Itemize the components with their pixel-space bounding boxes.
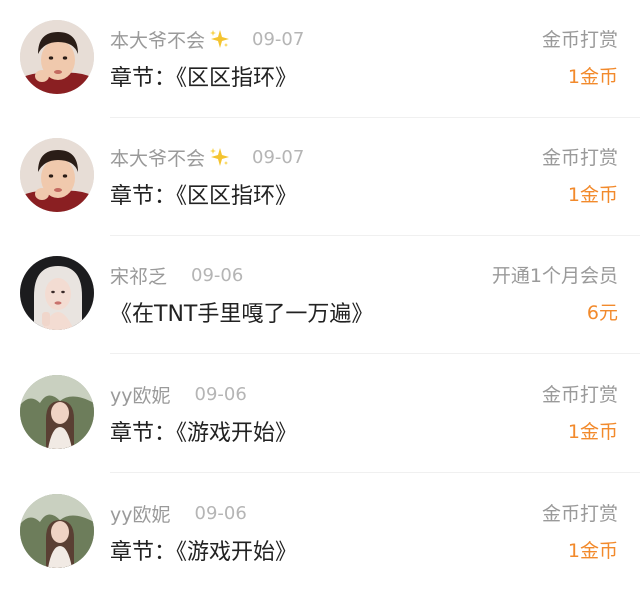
reward-type: 金币打赏: [541, 384, 618, 406]
record-meta: 本大爷不会 09-07: [110, 25, 304, 53]
reward-amount: 1金币: [567, 184, 618, 206]
record-row[interactable]: 宋祁乏 09-06 《在TNT手里嘎了一万遍》 开通1个月会员 6元: [0, 236, 640, 354]
record-date: 09-07: [252, 28, 305, 50]
username[interactable]: 本大爷不会: [110, 26, 205, 53]
username[interactable]: 宋祁乏: [110, 262, 167, 289]
record-row[interactable]: yy欧妮 09-06 章节：《游戏开始》 金币打赏 1金币: [0, 474, 640, 592]
sparkles-icon: [208, 28, 230, 50]
record-content[interactable]: 章节：《区区指环》: [110, 60, 297, 92]
record-date: 09-06: [194, 502, 247, 524]
user-avatar[interactable]: [20, 20, 94, 94]
boy-avatar-icon: [20, 20, 94, 94]
row-divider: [110, 353, 640, 354]
outdoor-girl-avatar-icon: [20, 375, 94, 449]
record-row[interactable]: 本大爷不会 09-07 章节：《区区指环》 金币打赏 1金币: [0, 0, 640, 118]
user-avatar[interactable]: [20, 138, 94, 212]
record-date: 09-07: [252, 146, 305, 168]
reward-type: 金币打赏: [541, 147, 618, 169]
record-content[interactable]: 章节：《游戏开始》: [110, 415, 297, 447]
record-row[interactable]: 本大爷不会 09-07 章节：《区区指环》 金币打赏 1金币: [0, 118, 640, 236]
boy-avatar-icon: [20, 138, 94, 212]
sparkles-icon: [208, 146, 230, 168]
user-avatar[interactable]: [20, 494, 94, 568]
reward-amount: 6元: [586, 302, 618, 324]
record-row[interactable]: yy欧妮 09-06 章节：《游戏开始》 金币打赏 1金币: [0, 355, 640, 473]
record-content[interactable]: 章节：《游戏开始》: [110, 534, 297, 566]
record-meta: yy欧妮 09-06: [110, 380, 247, 408]
username[interactable]: yy欧妮: [110, 500, 171, 527]
reward-amount: 1金币: [567, 66, 618, 88]
reward-type: 金币打赏: [541, 29, 618, 51]
username[interactable]: yy欧妮: [110, 381, 171, 408]
reward-type: 开通1个月会员: [491, 265, 618, 287]
record-date: 09-06: [191, 264, 244, 286]
row-divider: [110, 472, 640, 473]
blonde-girl-avatar-icon: [20, 256, 94, 330]
user-avatar[interactable]: [20, 256, 94, 330]
reward-amount: 1金币: [567, 540, 618, 562]
record-date: 09-06: [194, 383, 247, 405]
reward-amount: 1金币: [567, 421, 618, 443]
record-content[interactable]: 章节：《区区指环》: [110, 178, 297, 210]
record-content[interactable]: 《在TNT手里嘎了一万遍》: [110, 296, 373, 328]
record-meta: 宋祁乏 09-06: [110, 261, 243, 289]
user-avatar[interactable]: [20, 375, 94, 449]
reward-record-list: 本大爷不会 09-07 章节：《区区指环》 金币打赏 1金币 本大爷不会 09-…: [0, 0, 640, 582]
record-meta: yy欧妮 09-06: [110, 499, 247, 527]
username[interactable]: 本大爷不会: [110, 144, 205, 171]
record-meta: 本大爷不会 09-07: [110, 143, 304, 171]
reward-type: 金币打赏: [541, 503, 618, 525]
outdoor-girl-avatar-icon: [20, 494, 94, 568]
